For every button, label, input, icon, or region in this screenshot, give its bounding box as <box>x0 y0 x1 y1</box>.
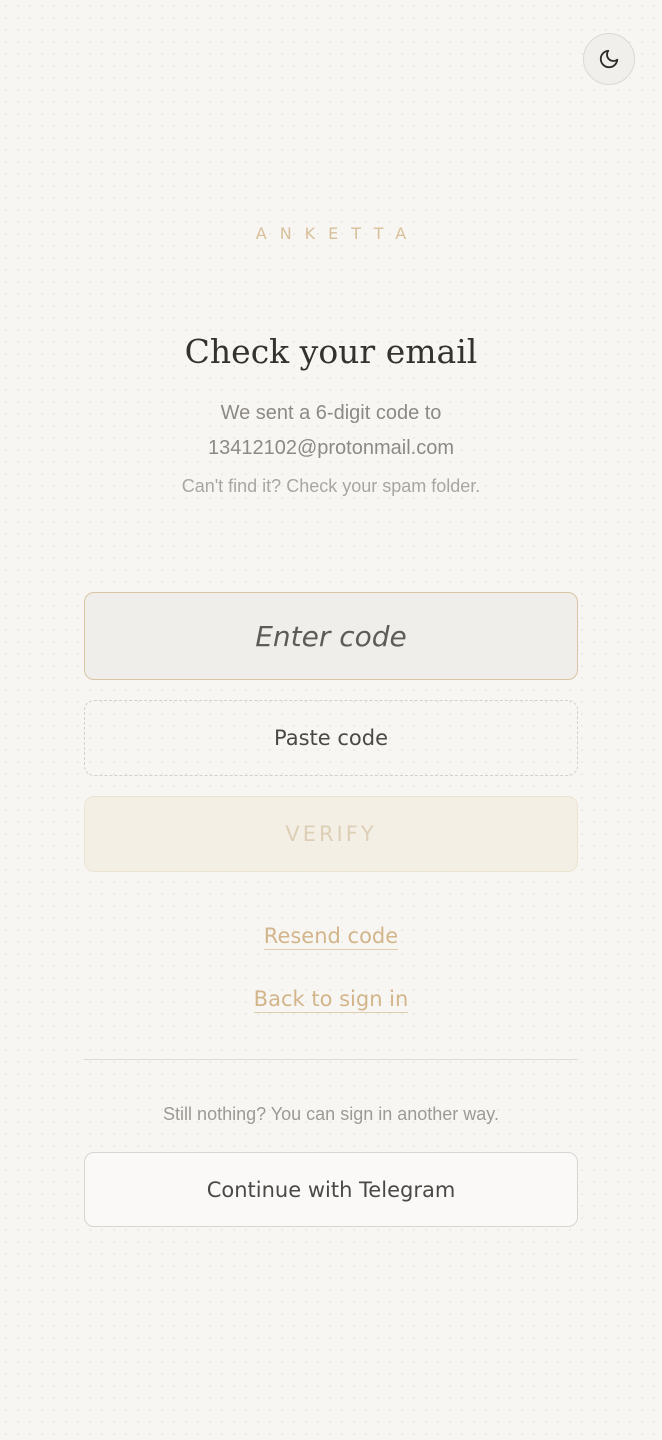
code-input[interactable] <box>84 592 578 680</box>
resend-code-link-wrapper: Resend code <box>0 924 662 950</box>
page-title: Check your email <box>184 332 478 371</box>
resend-code-link[interactable]: Resend code <box>263 924 399 950</box>
email-address: 13412102@protonmail.com <box>207 437 454 459</box>
back-to-sign-in-link[interactable]: Back to sign in <box>253 987 409 1013</box>
alternative-sign-in-text: Still nothing? You can sign in another w… <box>163 1104 499 1124</box>
subtitle: We sent a 6-digit code to 13412102@proto… <box>0 396 662 466</box>
spam-hint: Can't find it? Check your spam folder. <box>181 476 481 496</box>
brand-logo: ANKETTA <box>255 224 420 243</box>
paste-code-button[interactable]: Paste code <box>84 700 578 776</box>
moon-icon <box>599 49 619 69</box>
continue-with-telegram-button[interactable]: Continue with Telegram <box>84 1152 578 1227</box>
divider <box>84 1059 578 1060</box>
subtitle-text: We sent a 6-digit code to <box>220 402 442 424</box>
back-to-sign-in-link-wrapper: Back to sign in <box>0 987 662 1013</box>
verify-button[interactable]: VERIFY <box>84 796 578 872</box>
theme-toggle-button[interactable] <box>583 33 635 85</box>
